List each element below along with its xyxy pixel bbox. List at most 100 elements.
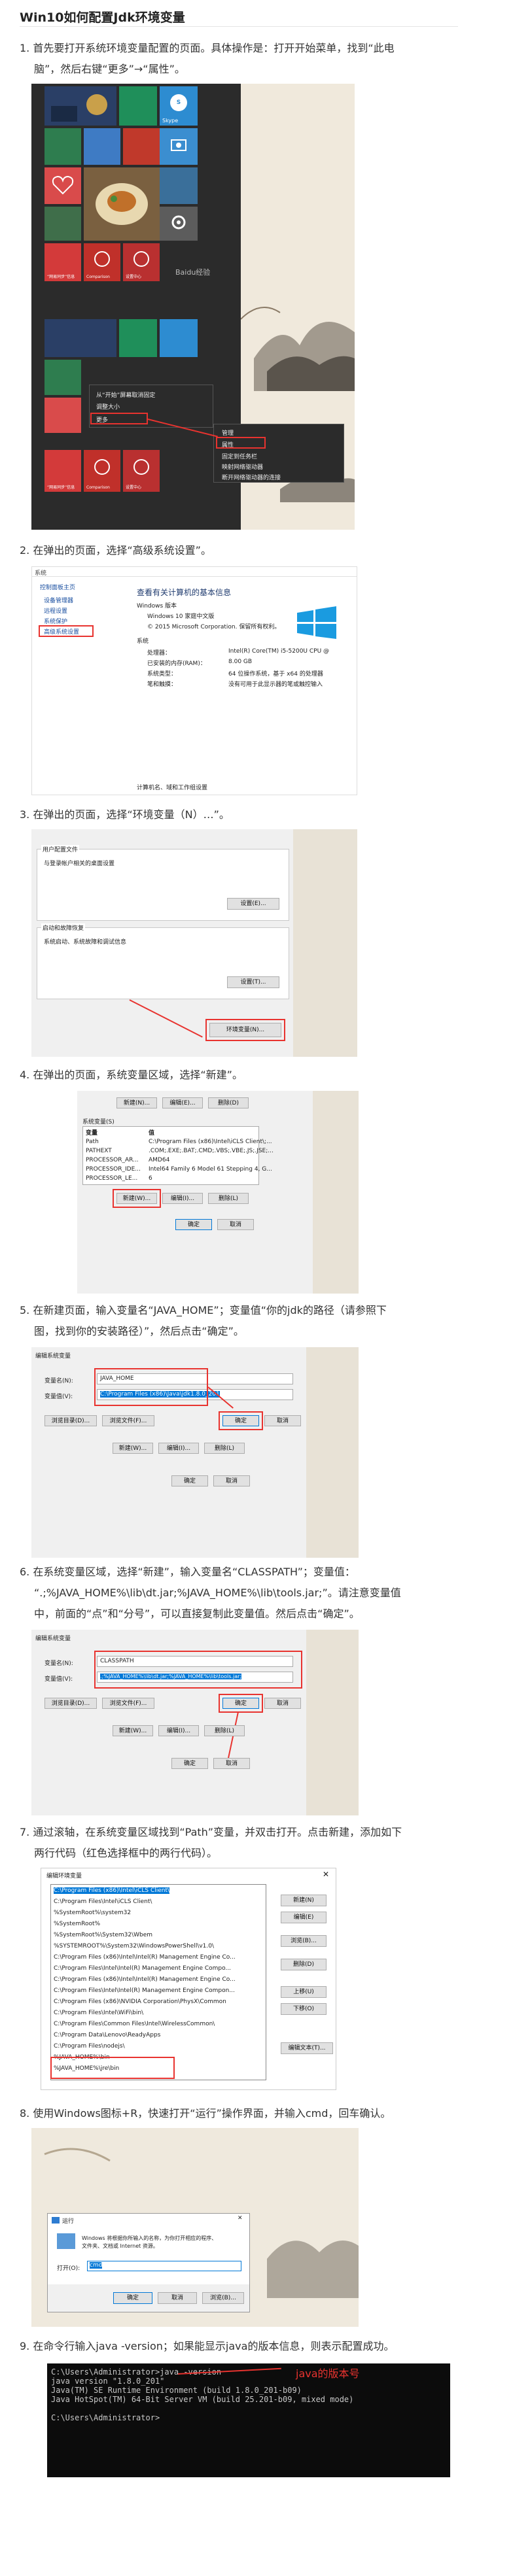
tile-comparison[interactable]: Comparison [84,243,120,281]
close-icon[interactable]: ✕ [238,2215,243,2222]
path-entry[interactable]: C:\Program Files (x86)\NVIDIA Corporatio… [54,1999,226,2005]
browse-file-button[interactable]: 浏览文件(F)... [102,1415,154,1426]
system-edit-button[interactable]: 编辑(I)... [162,1193,203,1204]
path-entry[interactable]: C:\Program Files (x86)\Intel\Intel(R) Ma… [54,1976,236,1983]
browse-button[interactable]: 浏览(B)... [281,1935,327,1947]
path-entry[interactable]: C:\Program Files\Intel\Intel(R) Manageme… [54,1965,231,1972]
tile-skype-2[interactable] [160,319,198,357]
tile-photo[interactable] [44,86,116,126]
bg-delete-button[interactable]: 删除(L) [204,1443,245,1454]
tile-comparison-2[interactable]: Comparison [84,450,120,492]
tile-a[interactable] [44,128,81,165]
var-value[interactable]: .COM;.EXE;.BAT;.CMD;.VBS;.VBE;.JS;.JSE;.… [149,1148,274,1154]
nav-protection[interactable]: 系统保护 [44,617,67,625]
browse-dir-button[interactable]: 浏览目录(D)... [44,1698,97,1709]
tile-d[interactable] [160,128,198,165]
tile-e[interactable] [160,167,198,204]
var-name[interactable]: PROCESSOR_LE... [86,1175,137,1182]
new-button[interactable]: 新建(N) [281,1895,327,1906]
cancel-button[interactable]: 取消 [217,1219,254,1230]
nav-remote[interactable]: 远程设置 [44,606,67,615]
open-field[interactable]: cmd [87,2261,241,2271]
path-entry[interactable]: C:\Program Files\nodejs\ [54,2043,125,2050]
tile-skype[interactable]: S Skype [160,86,198,126]
path-entry[interactable]: %SystemRoot%\system32 [54,1910,131,1916]
path-entry[interactable]: C:\Program Files (x86)\Intel\Intel(R) Ma… [54,1954,236,1961]
tile-g[interactable] [44,360,81,395]
tile-green-2[interactable] [119,319,157,357]
path-entry[interactable]: C:\Program Data\Lenovo\ReadyApps [54,2032,160,2038]
system-vars-list[interactable]: 变量 值 Path C:\Program Files (x86)\Intel\i… [82,1126,274,1185]
tile-f[interactable] [44,207,81,241]
cancel-button[interactable]: 取消 [158,2292,197,2304]
tile-health-2[interactable] [44,398,81,433]
bg-ok-button[interactable]: 确定 [171,1475,208,1486]
close-icon[interactable]: ✕ [323,1870,329,1879]
menu-item-unpin[interactable]: 从“开始”屏幕取消固定 [96,390,155,399]
user-new-button[interactable]: 新建(N)... [116,1097,157,1108]
delete-button[interactable]: 删除(D) [281,1959,327,1970]
browse-button[interactable]: 浏览(B)... [202,2292,244,2304]
var-name[interactable]: PROCESSOR_AR... [86,1157,139,1163]
bg-cancel-button[interactable]: 取消 [213,1758,250,1769]
submenu-disconnect[interactable]: 断开网络驱动器的连接 [222,473,281,481]
path-entry[interactable]: C:\Program Files\Intel\Intel(R) Manageme… [54,1987,235,1994]
browse-file-button[interactable]: 浏览文件(F)... [102,1698,154,1709]
tile-food[interactable] [84,167,160,241]
path-entry[interactable]: %SystemRoot%\System32\Wbem [54,1932,152,1938]
bg-ok-button[interactable]: 确定 [171,1758,208,1769]
bg-edit-button[interactable]: 编辑(I)... [158,1443,199,1454]
var-value[interactable]: 6 [149,1175,152,1182]
bg-new-button[interactable]: 新建(W)... [113,1725,153,1736]
var-value[interactable]: AMD64 [149,1157,169,1163]
tile-setting-center[interactable]: 设置中心 [123,243,160,281]
tile-health[interactable] [44,167,81,204]
path-entry[interactable]: %SystemRoot% [54,1921,100,1927]
path-entry[interactable]: C:\Program Files (x86)\Intel\iCLS Client… [54,1887,170,1894]
path-entry[interactable]: C:\Program Files\Intel\iCLS Client\ [54,1898,152,1905]
tile-netease-2[interactable]: “网易同步”信息 [44,450,81,492]
browse-dir-button[interactable]: 浏览目录(D)... [44,1415,97,1426]
nav-home[interactable]: 控制面板主页 [40,583,75,591]
path-entry[interactable]: C:\Program Files\Intel\WiFi\bin\ [54,2010,143,2016]
dialog-title: 编辑系统变量 [35,1636,71,1642]
move-up-button[interactable]: 上移(U) [281,1986,327,1998]
tile-settings[interactable] [160,207,198,241]
path-entry[interactable]: C:\Program Files\Common Files\Intel\Wire… [54,2021,215,2027]
tile-b[interactable] [84,128,120,165]
settings-button-2[interactable]: 设置(T)... [227,976,279,988]
nav-device-manager[interactable]: 设备管理器 [44,596,73,604]
ok-button[interactable]: 确定 [113,2292,152,2304]
submenu-pin-taskbar[interactable]: 固定到任务栏 [222,452,257,460]
cancel-button[interactable]: 取消 [264,1415,301,1426]
tile-photo-2[interactable] [44,319,116,357]
var-name[interactable]: PATHEXT [86,1148,112,1154]
path-entry[interactable]: %SYSTEMROOT%\System32\WindowsPowerShell\… [54,1943,214,1949]
user-delete-button[interactable]: 删除(D) [208,1097,249,1108]
ok-button[interactable]: 确定 [175,1219,212,1230]
cancel-button[interactable]: 取消 [264,1698,301,1709]
var-value[interactable]: C:\Program Files (x86)\Intel\iCLS Client… [149,1139,272,1145]
var-name[interactable]: Path [86,1139,99,1145]
menu-item-resize[interactable]: 调整大小 [96,402,120,411]
system-delete-button[interactable]: 删除(L) [208,1193,249,1204]
tile-c[interactable] [123,128,160,165]
submenu-map-drive[interactable]: 映射网络驱动器 [222,462,263,471]
submenu-manage[interactable]: 管理 [222,428,234,437]
bg-delete-button[interactable]: 删除(L) [204,1725,245,1736]
var-value[interactable]: Intel64 Family 6 Model 61 Stepping 4, G.… [149,1166,272,1173]
bg-edit-button[interactable]: 编辑(I)... [158,1725,199,1736]
var-name[interactable]: PROCESSOR_IDE... [86,1166,141,1173]
edit-button[interactable]: 编辑(E) [281,1912,327,1923]
tile-netease[interactable]: “网易同步”信息 [44,243,81,281]
move-down-button[interactable]: 下移(O) [281,2003,327,2015]
path-list[interactable]: C:\Program Files (x86)\Intel\iCLS Client… [50,1884,266,2080]
bg-cancel-button[interactable]: 取消 [213,1475,250,1486]
bg-new-button[interactable]: 新建(W)... [113,1443,153,1454]
tile-green[interactable] [119,86,157,126]
edit-text-button[interactable]: 编辑文本(T)... [281,2042,333,2054]
settings-button[interactable]: 设置(E)... [227,898,279,910]
tile-setting-center-2[interactable]: 设置中心 [123,450,160,492]
user-edit-button[interactable]: 编辑(E)... [162,1097,203,1108]
